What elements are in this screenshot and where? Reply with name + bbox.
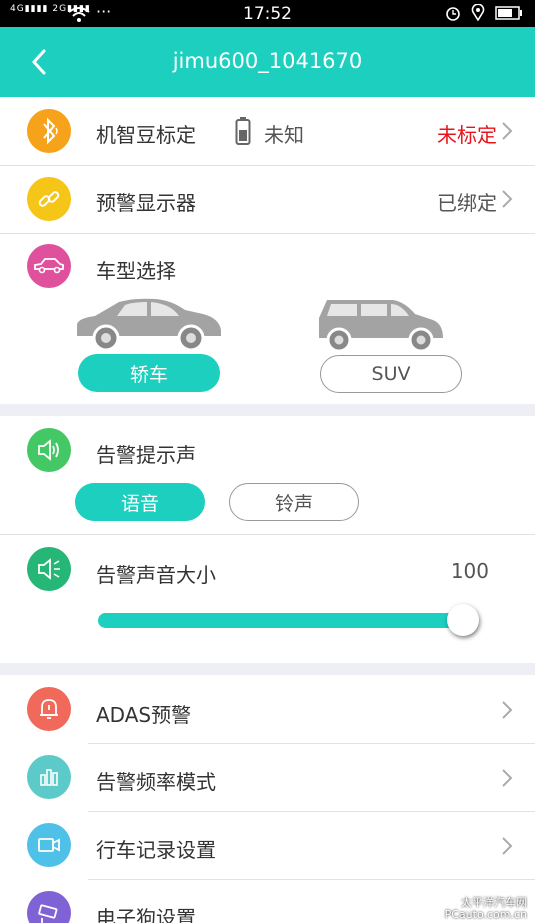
menu-item-label: 告警频率模式 (96, 770, 216, 794)
status-bar: 4G▮▮▮▮ 2G▮▮▮▮ ··· 17:52 (0, 0, 535, 27)
menu-item-label: 行车记录设置 (96, 838, 216, 862)
bar-chart-icon (27, 755, 71, 799)
video-camera-icon (27, 823, 71, 867)
volume-label: 告警声音大小 (96, 563, 216, 587)
volume-slider-track[interactable] (98, 613, 464, 628)
calibration-label: 机智豆标定 (96, 123, 196, 147)
menu-item-adas[interactable]: ADAS预警 (0, 675, 535, 743)
bluetooth-icon (27, 109, 71, 153)
battery-icon (495, 5, 522, 20)
calibration-row[interactable]: 机智豆标定 未知 未标定 (0, 97, 535, 165)
watermark: 太平洋汽车网 PCauto.com.cn (444, 896, 527, 921)
volume-value: 100 (450, 559, 489, 583)
page-title: jimu600_1041670 (172, 49, 363, 73)
volume-icon (27, 547, 71, 591)
chevron-right-icon (502, 837, 513, 855)
calibration-status: 未标定 (437, 123, 497, 147)
car-icon (27, 244, 71, 288)
sedan-option-button[interactable]: 轿车 (78, 354, 220, 392)
suv-image[interactable] (315, 296, 447, 352)
app-bar: jimu600_1041670 (0, 27, 535, 97)
voice-option-button[interactable]: 语音 (75, 483, 205, 521)
car-type-label: 车型选择 (96, 259, 176, 283)
menu-item-label: ADAS预警 (96, 703, 192, 727)
volume-section: 告警声音大小 100 (0, 535, 535, 663)
menu-item-label: 电子狗设置 (96, 906, 196, 923)
chevron-right-icon (502, 122, 513, 140)
alert-sound-section: 告警提示声 语音 铃声 (0, 416, 535, 534)
link-icon (27, 177, 71, 221)
sedan-image[interactable] (73, 296, 223, 352)
speed-camera-icon (27, 891, 71, 923)
volume-slider-handle[interactable] (447, 604, 479, 636)
chevron-right-icon (502, 190, 513, 208)
section-gap (0, 404, 535, 416)
display-status: 已绑定 (437, 191, 497, 215)
suv-option-button[interactable]: SUV (320, 355, 462, 393)
display-label: 预警显示器 (96, 191, 196, 215)
chevron-right-icon (502, 769, 513, 787)
menu-item-alert-frequency[interactable]: 告警频率模式 (0, 744, 535, 811)
section-gap (0, 663, 535, 675)
display-row[interactable]: 预警显示器 已绑定 (0, 166, 535, 233)
chevron-right-icon (502, 701, 513, 719)
ringtone-option-button[interactable]: 铃声 (229, 483, 359, 521)
menu-item-dashcam-settings[interactable]: 行车记录设置 (0, 812, 535, 879)
battery-status-text: 未知 (264, 123, 304, 147)
device-battery-icon (235, 117, 251, 145)
bell-icon (27, 687, 71, 731)
alert-sound-label: 告警提示声 (96, 443, 196, 467)
location-icon (471, 4, 485, 21)
car-type-section: 车型选择 轿车 SUV (0, 234, 535, 404)
alarm-icon (446, 6, 460, 21)
speaker-icon (27, 428, 71, 472)
